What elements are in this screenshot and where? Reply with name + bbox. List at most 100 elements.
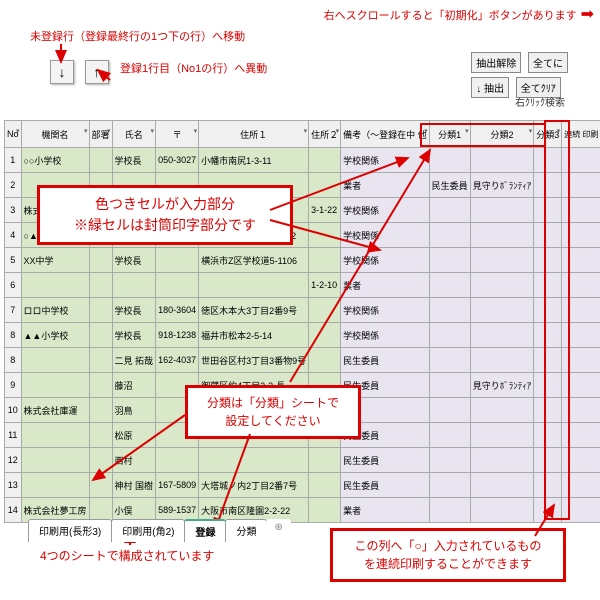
col-addr1[interactable]: 住所１	[199, 121, 309, 148]
cell-bun2[interactable]	[470, 448, 534, 473]
cell-shimei[interactable]: 西村	[112, 448, 156, 473]
cell-yubin[interactable]: 180-3604	[156, 298, 199, 323]
cell-biko[interactable]: 学校関係	[341, 223, 430, 248]
cell-bun1[interactable]	[429, 373, 470, 398]
cell-bun2[interactable]	[470, 323, 534, 348]
cell-bun1[interactable]	[429, 273, 470, 298]
cell-bun1[interactable]	[429, 248, 470, 273]
cell-bun2[interactable]	[470, 423, 534, 448]
cell-addr1[interactable]	[199, 273, 309, 298]
down-button[interactable]: ↓	[50, 60, 74, 84]
clear-filter-button[interactable]: 抽出解除	[471, 52, 521, 73]
cell-shimei[interactable]: 学校長	[112, 248, 156, 273]
cell-bun1[interactable]	[429, 498, 470, 523]
cell-shimei[interactable]: 松原	[112, 423, 156, 448]
cell-busho[interactable]	[89, 423, 112, 448]
cell-bun1[interactable]	[429, 398, 470, 423]
cell-busho[interactable]	[89, 273, 112, 298]
cell-yubin[interactable]: 050-3027	[156, 148, 199, 173]
cell-busho[interactable]	[89, 398, 112, 423]
col-addr2[interactable]: 住所２	[309, 121, 341, 148]
cell-biko[interactable]: 民生委員	[341, 348, 430, 373]
cell-addr1[interactable]: 小幡市南尻1-3-11	[199, 148, 309, 173]
cell-bun1[interactable]	[429, 323, 470, 348]
cell-bun2[interactable]	[470, 198, 534, 223]
cell-bun2[interactable]	[470, 473, 534, 498]
cell-kikan[interactable]	[21, 448, 89, 473]
cell-addr1[interactable]: 大塔城ノ内2丁目2番7号	[199, 473, 309, 498]
cell-bun1[interactable]	[429, 223, 470, 248]
cell-biko[interactable]: 学校関係	[341, 298, 430, 323]
cell-kikan[interactable]	[21, 473, 89, 498]
col-no[interactable]: No	[5, 121, 22, 148]
cell-addr2[interactable]	[309, 473, 341, 498]
table-row[interactable]: 5XX中学学校長横浜市Z区学校道5-1106学校関係	[5, 248, 600, 273]
cell-kikan[interactable]: ロロ中学校	[21, 298, 89, 323]
cell-addr2[interactable]	[309, 148, 341, 173]
col-busho[interactable]: 部署	[89, 121, 112, 148]
cell-bun2[interactable]: 見守りﾎﾞﾗﾝﾃｨｱ	[470, 173, 534, 198]
tab-add[interactable]: ⊕	[266, 519, 290, 542]
cell-bun1[interactable]	[429, 298, 470, 323]
cell-biko[interactable]: 業者	[341, 498, 430, 523]
cell-yubin[interactable]: 167-5809	[156, 473, 199, 498]
cell-biko[interactable]: 学校関係	[341, 323, 430, 348]
cell-bun1[interactable]	[429, 348, 470, 373]
cell-bun2[interactable]	[470, 223, 534, 248]
cell-shimei[interactable]: 学校長	[112, 298, 156, 323]
table-row[interactable]: 61-2-10業者	[5, 273, 600, 298]
cell-kikan[interactable]: ○○小学校	[21, 148, 89, 173]
col-shimei[interactable]: 氏名	[112, 121, 156, 148]
cell-bun1[interactable]	[429, 198, 470, 223]
cell-addr2[interactable]	[309, 248, 341, 273]
cell-shimei[interactable]	[112, 273, 156, 298]
cell-kikan[interactable]	[21, 373, 89, 398]
cell-addr2[interactable]	[309, 348, 341, 373]
cell-bun2[interactable]	[470, 248, 534, 273]
cell-biko[interactable]: 業者	[341, 173, 430, 198]
cell-addr2[interactable]: 1-2-10	[309, 273, 341, 298]
cell-addr2[interactable]	[309, 223, 341, 248]
tab-classification[interactable]: 分類	[225, 519, 267, 542]
cell-bun2[interactable]	[470, 273, 534, 298]
cell-bun2[interactable]	[470, 298, 534, 323]
cell-yubin[interactable]	[156, 448, 199, 473]
cell-biko[interactable]: 学校関係	[341, 198, 430, 223]
col-biko[interactable]: 備考（～登録在中 他	[341, 121, 430, 148]
cell-addr1[interactable]: 福井市松本2-5-14	[199, 323, 309, 348]
cell-bun2[interactable]	[470, 348, 534, 373]
cell-addr1[interactable]: 世田谷区村3丁目3番物9号	[199, 348, 309, 373]
table-row[interactable]: 1○○小学校学校長050-3027小幡市南尻1-3-11学校関係	[5, 148, 600, 173]
cell-bun1[interactable]	[429, 448, 470, 473]
cell-busho[interactable]	[89, 473, 112, 498]
table-row[interactable]: 8▲▲小学校学校長918-1238福井市松本2-5-14学校関係	[5, 323, 600, 348]
table-row[interactable]: 8二見 拓哉162-4037世田谷区村3丁目3番物9号民生委員	[5, 348, 600, 373]
col-kikan[interactable]: 機関名	[21, 121, 89, 148]
cell-bun2[interactable]	[470, 398, 534, 423]
cell-biko[interactable]: 民生委員	[341, 448, 430, 473]
cell-busho[interactable]	[89, 298, 112, 323]
cell-addr2[interactable]	[309, 498, 341, 523]
table-row[interactable]: 12西村民生委員	[5, 448, 600, 473]
cell-busho[interactable]	[89, 373, 112, 398]
cell-bun1[interactable]: 民生委員	[429, 173, 470, 198]
cell-yubin[interactable]: 162-4037	[156, 348, 199, 373]
cell-biko[interactable]: 業者	[341, 273, 430, 298]
cell-busho[interactable]	[89, 448, 112, 473]
cell-shimei[interactable]: 神村 国樹	[112, 473, 156, 498]
cell-addr2[interactable]	[309, 298, 341, 323]
cell-bun1[interactable]	[429, 473, 470, 498]
cell-shimei[interactable]: 学校長	[112, 323, 156, 348]
tab-print-naga3[interactable]: 印刷用(長形3)	[28, 519, 112, 542]
tab-register[interactable]: 登録	[184, 519, 226, 542]
cell-addr1[interactable]	[199, 448, 309, 473]
cell-addr1[interactable]: 横浜市Z区学校道5-1106	[199, 248, 309, 273]
cell-biko[interactable]: 民生委員	[341, 473, 430, 498]
cell-addr2[interactable]	[309, 173, 341, 198]
tab-print-kaku2[interactable]: 印刷用(角2)	[111, 519, 185, 542]
cell-biko[interactable]: 学校関係	[341, 148, 430, 173]
cell-yubin[interactable]: 918-1238	[156, 323, 199, 348]
cell-kikan[interactable]: 株式会社庫運	[21, 398, 89, 423]
cell-kikan[interactable]	[21, 273, 89, 298]
filter-button[interactable]: ↓ 抽出	[471, 77, 509, 98]
